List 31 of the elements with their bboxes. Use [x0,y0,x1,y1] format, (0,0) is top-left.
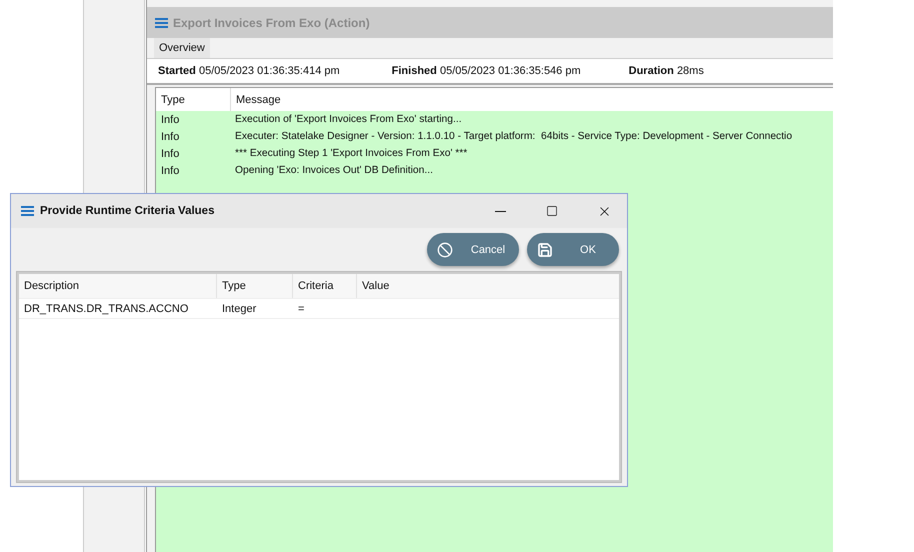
column-header: Type [156,88,231,111]
table-cell-text: *** Executing Step 1 'Export Invoices From Exo' *** [234,148,468,159]
table-cell-text: = [297,302,306,316]
ok-button[interactable]: OK [527,233,619,266]
menu-icon [155,18,168,28]
summary-item: Finished 05/05/2023 01:36:35:546 pm [392,65,581,77]
table-cell-text: Integer [221,302,258,316]
column-header: Description [19,274,217,298]
prohibited-icon [437,242,453,258]
table-cell-text: DR_TRANS.DR_TRANS.ACCNO [23,302,190,316]
tab[interactable]: Overview [154,38,210,58]
table-cell-text: Opening 'Exo: Invoices Out' DB Definition... [234,165,434,176]
table-cell-text: Info [160,164,180,176]
table-cell-text: Info [160,148,180,160]
summary-item: Started 05/05/2023 01:36:35:414 pm [158,65,340,77]
column-header: Criteria [293,274,357,298]
minimize-icon [494,210,506,212]
maximize-icon [546,205,558,217]
column-header: Message [235,92,282,108]
save-icon [537,242,553,258]
panel-title: Export Invoices From Exo (Action) [173,16,370,30]
dialog-title: Provide Runtime Criteria Values [40,205,216,217]
column-header: Type [217,274,293,298]
column-header: Value [361,279,390,294]
cancel-button[interactable]: Cancel [427,233,519,266]
table-cell-text: Executer: Statelake Designer - Version: 1.1.0.10 - Target platform: 64bits - Service Type: Development - Server Connectio [234,131,794,142]
table-cell-text: Execution of 'Export Invoices From Exo' starting... [234,114,463,125]
table-cell-text: Info [160,114,180,126]
table-cell-text: Info [160,130,180,142]
menu-icon [21,206,34,216]
summary-item: Duration 28ms [628,65,704,77]
